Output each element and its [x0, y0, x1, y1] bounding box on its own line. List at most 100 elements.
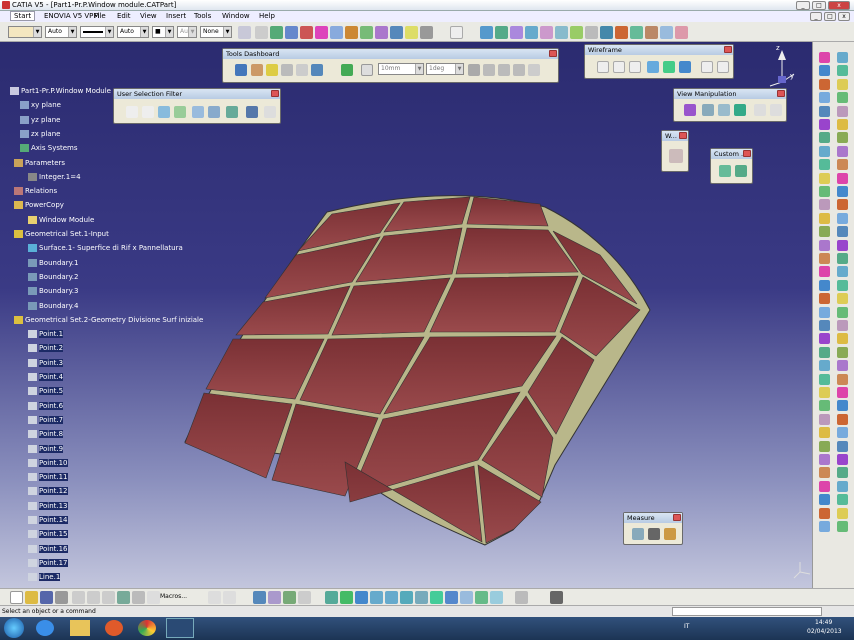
previous-view-icon[interactable] [754, 104, 766, 116]
tree-item[interactable]: xy plane [20, 101, 61, 110]
tree-item[interactable]: Relations [14, 187, 57, 196]
tree-item[interactable]: Point.12 [28, 487, 68, 496]
workbench-tool-icon[interactable] [837, 132, 848, 144]
tree-item[interactable]: Boundary.4 [28, 301, 78, 310]
workbench-tool-icon[interactable] [819, 65, 830, 77]
workbench-tool-icon[interactable] [837, 186, 848, 197]
volume-filter-icon[interactable] [174, 106, 186, 118]
tree-item[interactable]: Point.14 [28, 516, 68, 524]
workbench-tool-icon[interactable] [819, 320, 830, 331]
tree-item[interactable]: Boundary.3 [28, 287, 78, 296]
workbench-icon[interactable] [669, 149, 683, 163]
workbench-tool-icon[interactable] [837, 226, 848, 238]
tree-item[interactable]: Point.7 [28, 415, 64, 424]
menu-window[interactable]: Window [219, 12, 253, 20]
print-icon[interactable] [55, 591, 68, 604]
projection-icon[interactable] [647, 61, 659, 73]
workbench-tool-icon[interactable] [837, 239, 848, 251]
workbench-tool-icon[interactable] [837, 145, 848, 157]
tree-item[interactable]: Point.1 [28, 330, 64, 339]
fill-icon[interactable] [330, 26, 343, 39]
knowledge-icon[interactable] [283, 591, 296, 604]
iso-view-icon[interactable] [430, 591, 443, 604]
workbench-tool-icon[interactable] [819, 105, 830, 117]
zoom-out-icon[interactable] [385, 591, 398, 604]
comment-icon[interactable] [223, 591, 236, 604]
workbench-tool-icon[interactable] [837, 387, 848, 398]
point-filter-icon[interactable] [126, 106, 138, 118]
work-support-icon[interactable] [311, 64, 323, 76]
table-icon[interactable] [253, 591, 266, 604]
axis-to-axis-icon[interactable] [555, 26, 568, 39]
shading-icon[interactable] [445, 591, 458, 604]
offset-curve-icon[interactable] [679, 61, 691, 73]
tree-item[interactable]: zx plane [20, 129, 60, 138]
workbench-tool-icon[interactable] [819, 253, 830, 264]
multi-view-icon[interactable] [415, 591, 428, 604]
language-indicator[interactable]: IT [684, 623, 689, 630]
measure-tool-icon[interactable] [550, 591, 563, 604]
doc-restore-button[interactable]: □ [824, 12, 836, 21]
sketch-icon[interactable] [450, 26, 463, 39]
painter-icon[interactable] [238, 26, 251, 39]
law-icon[interactable] [630, 26, 643, 39]
workbench-tool-icon[interactable] [819, 306, 830, 318]
point-icon[interactable] [597, 61, 609, 73]
custom-macro-1-icon[interactable] [719, 165, 731, 177]
affinity-icon[interactable] [540, 26, 553, 39]
redo-icon[interactable] [132, 591, 145, 604]
line-type-combo[interactable]: Auto ▼ [117, 26, 149, 38]
tree-item[interactable]: Surface.1- Superfice di Rif x Pannellatu… [28, 244, 183, 253]
catia-task-icon[interactable] [166, 618, 194, 638]
geometrical-element-filter-icon[interactable] [208, 106, 220, 118]
boundary-icon[interactable] [420, 26, 433, 39]
offset-icon[interactable] [360, 26, 373, 39]
workbench-tool-icon[interactable] [819, 132, 830, 144]
workbench-tool-icon[interactable] [837, 279, 848, 291]
workbench-tool-icon[interactable] [837, 360, 848, 372]
workbench-tool-icon[interactable] [837, 427, 848, 439]
circle-icon[interactable] [701, 61, 713, 73]
macros-button[interactable]: Macros... [160, 593, 187, 600]
snap-icon[interactable] [341, 64, 353, 76]
tree-item[interactable]: Line.1 [28, 573, 61, 582]
scan-visible-icon[interactable] [515, 591, 528, 604]
view-manipulation-title[interactable]: View Manipulation [674, 89, 786, 99]
tree-item[interactable]: Point.4 [28, 373, 64, 381]
intersection-icon[interactable] [663, 61, 675, 73]
near-icon[interactable] [600, 26, 613, 39]
apply-material-icon[interactable] [490, 591, 503, 604]
symmetry-icon[interactable] [510, 26, 523, 39]
color-combo[interactable]: ▼ [8, 26, 42, 38]
workbench-tool-icon[interactable] [837, 78, 848, 90]
tree-item[interactable]: Parameters [14, 158, 65, 167]
menu-tools[interactable]: Tools [191, 12, 214, 20]
workbench-tool-icon[interactable] [819, 346, 830, 358]
layer-combo[interactable]: None ▼ [200, 26, 232, 38]
workbench-tool-icon[interactable] [837, 172, 848, 184]
measure-inertia-icon[interactable] [664, 528, 676, 540]
rotate-icon[interactable] [495, 26, 508, 39]
grid-display-icon[interactable] [528, 64, 540, 76]
workbench-tool-icon[interactable] [819, 92, 830, 104]
workbench-tool-icon[interactable] [837, 494, 848, 506]
workbench-tool-icon[interactable] [819, 413, 830, 425]
examine-icon[interactable] [734, 104, 746, 116]
workbench-tool-icon[interactable] [837, 333, 848, 345]
workbench-tool-icon[interactable] [837, 253, 848, 264]
workbench-tool-icon[interactable] [819, 186, 830, 197]
workbench-tool-icon[interactable] [819, 119, 830, 130]
tree-item[interactable]: Point.9 [28, 444, 64, 453]
helix-icon[interactable] [675, 26, 688, 39]
workbench-tool-icon[interactable] [819, 454, 830, 465]
angle-step-combo[interactable]: 1deg ▼ [426, 63, 464, 75]
menu-insert[interactable]: Insert [163, 12, 189, 20]
rotate-view-icon[interactable] [355, 591, 368, 604]
grid-icon[interactable] [296, 64, 308, 76]
measure-length-icon[interactable] [361, 64, 373, 76]
measure-item-icon[interactable] [648, 528, 660, 540]
rendering-style-combo[interactable]: Aut ▼ [177, 26, 197, 38]
custom-panel-close-icon[interactable] [743, 150, 751, 157]
point-symbol-combo[interactable]: ■ ▼ [152, 26, 174, 38]
invert-icon[interactable] [585, 26, 598, 39]
